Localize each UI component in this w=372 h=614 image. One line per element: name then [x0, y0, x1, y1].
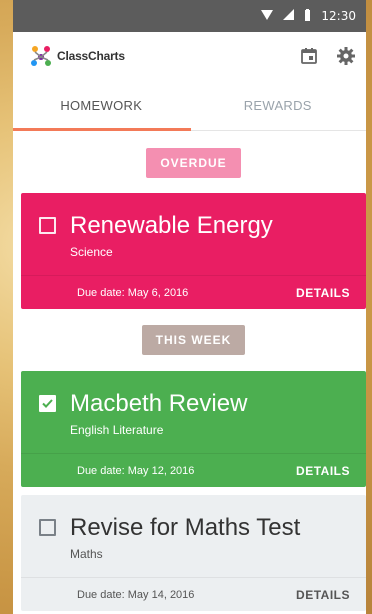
status-time: 12:30	[321, 9, 356, 23]
homework-list: OVERDUE Renewable Energy Science Due dat…	[13, 148, 366, 611]
details-button[interactable]: DETAILS	[296, 588, 350, 602]
checkmark-icon	[42, 399, 53, 408]
checkbox-icon[interactable]	[39, 395, 56, 412]
battery-icon	[304, 8, 311, 24]
homework-card[interactable]: Revise for Maths Test Maths Due date: Ma…	[21, 495, 366, 611]
logo-text: ClassCharts	[57, 49, 125, 63]
tab-homework[interactable]: HOMEWORK	[13, 80, 190, 130]
gear-icon[interactable]	[336, 46, 356, 66]
app-logo: ClassCharts	[29, 45, 125, 67]
wifi-icon	[261, 9, 274, 23]
status-bar: 12:30	[13, 0, 366, 32]
logo-icon	[31, 46, 51, 66]
section-this-week-label: THIS WEEK	[141, 325, 246, 355]
section-overdue-label: OVERDUE	[146, 148, 241, 178]
details-button[interactable]: DETAILS	[296, 286, 350, 300]
calendar-icon[interactable]	[300, 47, 318, 65]
homework-title: Macbeth Review	[70, 390, 248, 417]
signal-icon	[283, 9, 295, 23]
homework-subject: Maths	[70, 547, 103, 561]
due-date: Due date: May 12, 2016	[77, 464, 195, 477]
homework-title: Renewable Energy	[70, 212, 273, 239]
homework-card[interactable]: Macbeth Review English Literature Due da…	[21, 371, 366, 487]
details-button[interactable]: DETAILS	[296, 464, 350, 478]
active-tab-indicator	[13, 128, 191, 131]
phone-screen: 12:30 ClassCharts HOMEWORK REWARDS OVERD…	[13, 0, 366, 614]
tab-bar: HOMEWORK REWARDS	[13, 80, 366, 131]
homework-subject: Science	[70, 245, 113, 259]
homework-card[interactable]: Renewable Energy Science Due date: May 6…	[21, 193, 366, 309]
due-date: Due date: May 6, 2016	[77, 286, 189, 299]
checkbox-icon[interactable]	[39, 217, 56, 234]
tab-rewards[interactable]: REWARDS	[190, 80, 367, 130]
app-header: ClassCharts	[13, 32, 366, 80]
checkbox-icon[interactable]	[39, 519, 56, 536]
due-date: Due date: May 14, 2016	[77, 588, 195, 601]
homework-title: Revise for Maths Test	[70, 514, 301, 541]
homework-subject: English Literature	[70, 423, 164, 437]
